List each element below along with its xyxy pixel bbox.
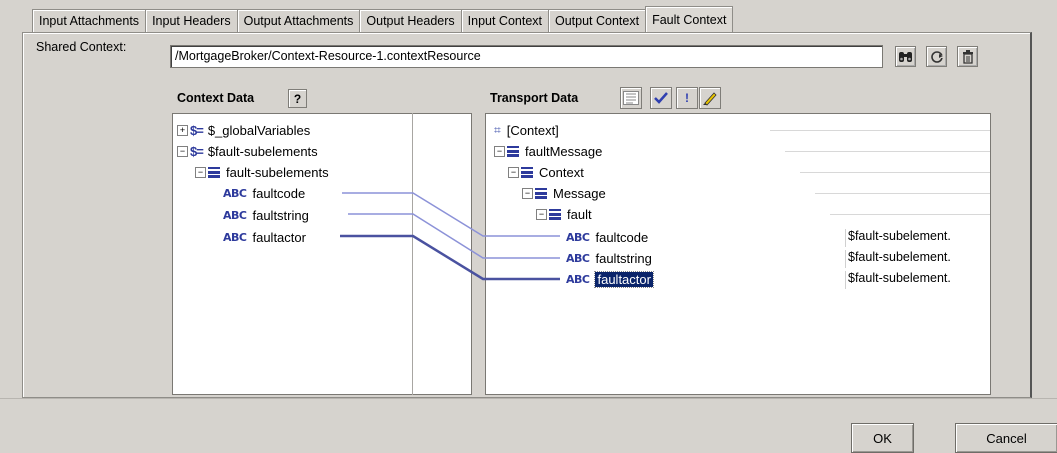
tab-fault-context[interactable]: Fault Context xyxy=(645,6,734,32)
mapping-lines xyxy=(340,192,560,281)
ok-button[interactable]: OK xyxy=(851,423,914,453)
cancel-button[interactable]: Cancel xyxy=(955,423,1057,453)
